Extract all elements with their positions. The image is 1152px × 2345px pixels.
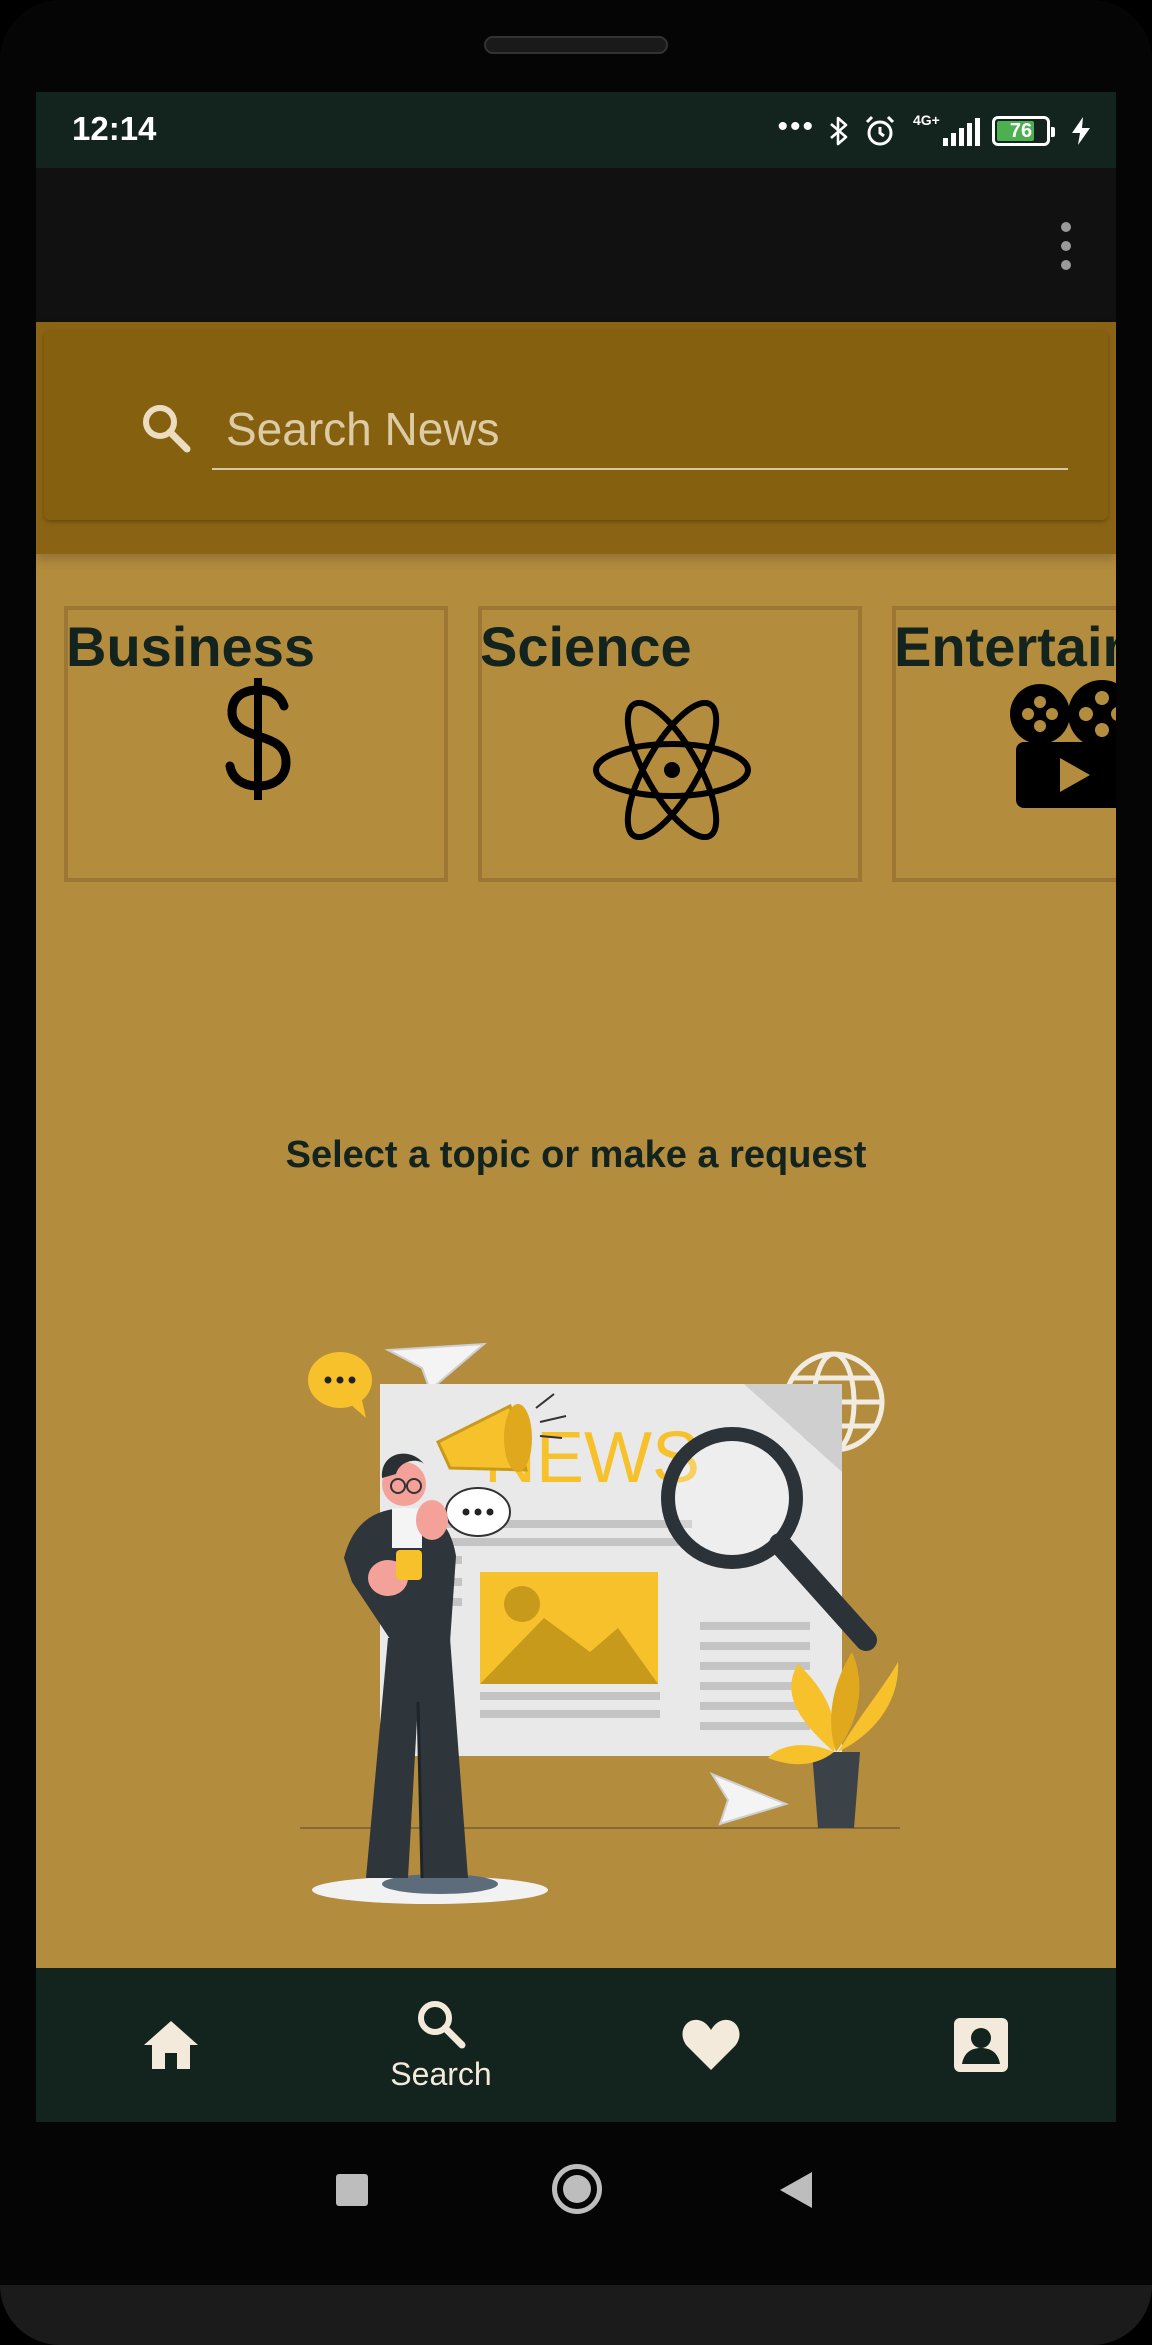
heart-icon xyxy=(682,2019,740,2070)
category-label: Science xyxy=(480,615,692,678)
more-vert-icon[interactable] xyxy=(1060,222,1072,270)
bluetooth-icon xyxy=(830,116,848,146)
nav-item-home[interactable] xyxy=(36,1968,306,2122)
back-icon[interactable] xyxy=(780,2172,812,2208)
status-icons: ••• 4G+ 76 xyxy=(777,112,1092,150)
category-card-science[interactable]: Science xyxy=(478,606,862,882)
battery-icon: 76 xyxy=(992,116,1055,146)
category-card-entertainment[interactable]: Entertainment xyxy=(892,606,1116,882)
search-card xyxy=(44,330,1108,520)
status-bar: 12:14 ••• 4G+ 76 xyxy=(36,92,1116,168)
home-button-icon[interactable] xyxy=(552,2164,602,2214)
phone-frame: 12:14 ••• 4G+ 76 Search News Business Sc… xyxy=(0,0,1152,2345)
empty-state-prompt: Select a topic or make a request xyxy=(285,1134,867,1176)
status-time: 12:14 xyxy=(72,110,157,147)
search-input[interactable] xyxy=(212,390,1068,470)
film-projector-icon xyxy=(1010,680,1116,808)
notification-dots-icon: ••• xyxy=(777,110,815,143)
system-navigation-bar xyxy=(0,2122,1152,2262)
nav-label-search: Search xyxy=(390,2055,492,2092)
nav-item-profile[interactable] xyxy=(846,1968,1116,2122)
category-list: Business Science Entertai xyxy=(36,606,1116,882)
search-area xyxy=(36,322,1116,554)
battery-level: 76 xyxy=(1009,119,1033,142)
recent-apps-icon[interactable] xyxy=(336,2174,368,2206)
bolt-icon xyxy=(1072,117,1090,145)
account-icon xyxy=(954,2018,1008,2072)
dollar-icon xyxy=(225,678,291,800)
atom-icon xyxy=(593,700,751,840)
signal-icon: 4G+ xyxy=(913,112,980,146)
category-label: Entertainment xyxy=(894,615,1116,678)
bottom-navigation: Search xyxy=(36,1968,1116,2122)
phone-bottom-edge xyxy=(0,2285,1152,2345)
search-icon xyxy=(418,2000,466,2048)
app-screen: 12:14 ••• 4G+ 76 Search News Business Sc… xyxy=(36,92,1116,2122)
nav-item-search[interactable]: Search xyxy=(306,1968,576,2122)
category-card-business[interactable]: Business xyxy=(64,606,448,882)
category-label: Business xyxy=(66,615,315,678)
search-icon xyxy=(143,405,191,453)
earpiece-speaker xyxy=(484,36,668,54)
home-icon xyxy=(144,2021,198,2069)
network-type: 4G+ xyxy=(913,112,940,128)
alarm-icon xyxy=(865,115,895,146)
app-bar xyxy=(36,168,1116,322)
nav-item-favorites[interactable] xyxy=(576,1968,846,2122)
news-illustration: NEWS xyxy=(300,1342,900,1904)
